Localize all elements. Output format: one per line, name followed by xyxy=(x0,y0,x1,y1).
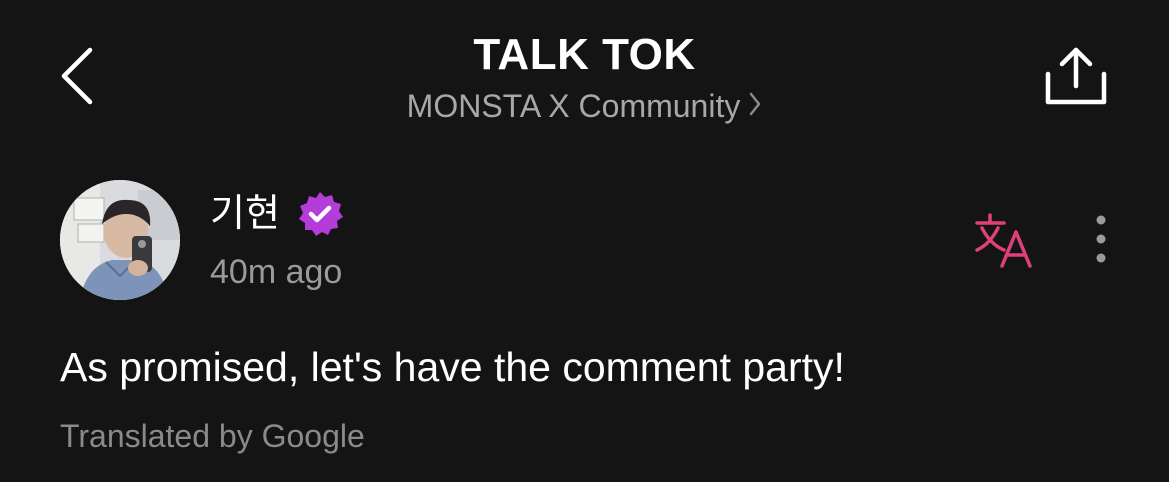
avatar-image xyxy=(60,180,180,300)
share-button[interactable] xyxy=(1040,44,1112,108)
translate-button[interactable] xyxy=(974,212,1036,268)
translation-note: Translated by Google xyxy=(60,418,365,454)
community-link[interactable]: MONSTA X Community xyxy=(0,86,1169,126)
community-label: MONSTA X Community xyxy=(406,88,741,124)
author-name[interactable]: 기현 xyxy=(210,190,280,236)
share-icon xyxy=(1045,47,1107,105)
more-vertical-icon xyxy=(1096,215,1106,263)
post-timestamp: 40m ago xyxy=(210,253,343,291)
chevron-right-icon xyxy=(748,86,762,126)
post-body: As promised, let's have the comment part… xyxy=(60,344,845,390)
avatar[interactable] xyxy=(60,180,180,300)
verified-badge-icon xyxy=(296,190,344,238)
page-title: TALK TOK xyxy=(473,30,696,79)
translate-icon xyxy=(975,213,1032,268)
more-options-button[interactable] xyxy=(1086,212,1116,268)
post-screen: TALK TOK MONSTA X Community 기현 40m ago A… xyxy=(0,0,1169,482)
